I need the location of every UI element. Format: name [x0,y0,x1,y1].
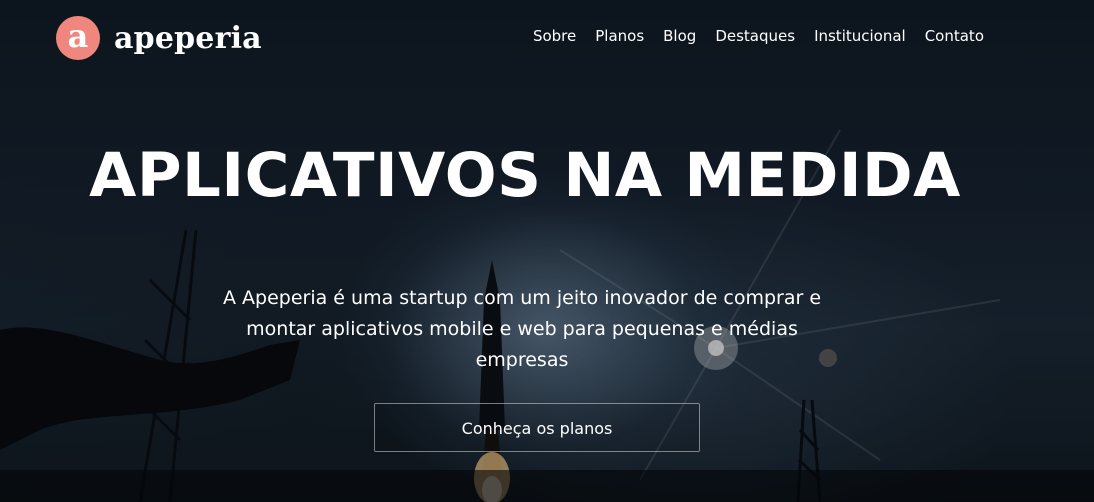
brand-logo[interactable]: a apeperia [56,16,262,60]
see-plans-button[interactable]: Conheça os planos [374,403,700,452]
brand-name: apeperia [114,20,262,56]
top-navbar: a apeperia Sobre Planos Blog Destaques I… [0,0,1094,76]
nav-item-sobre[interactable]: Sobre [533,27,576,45]
nav-item-blog[interactable]: Blog [663,27,696,45]
nav-item-destaques[interactable]: Destaques [715,27,795,45]
hero-headline: APLICATIVOS NA MEDIDA [89,140,961,211]
logo-mark-icon: a [56,16,100,60]
nav-menu: Sobre Planos Blog Destaques Instituciona… [514,27,984,45]
nav-item-planos[interactable]: Planos [595,27,644,45]
nav-item-contato[interactable]: Contato [925,27,984,45]
nav-item-institucional[interactable]: Institucional [814,27,906,45]
hero-subtitle: A Apeperia é uma startup com um jeito in… [222,287,822,371]
